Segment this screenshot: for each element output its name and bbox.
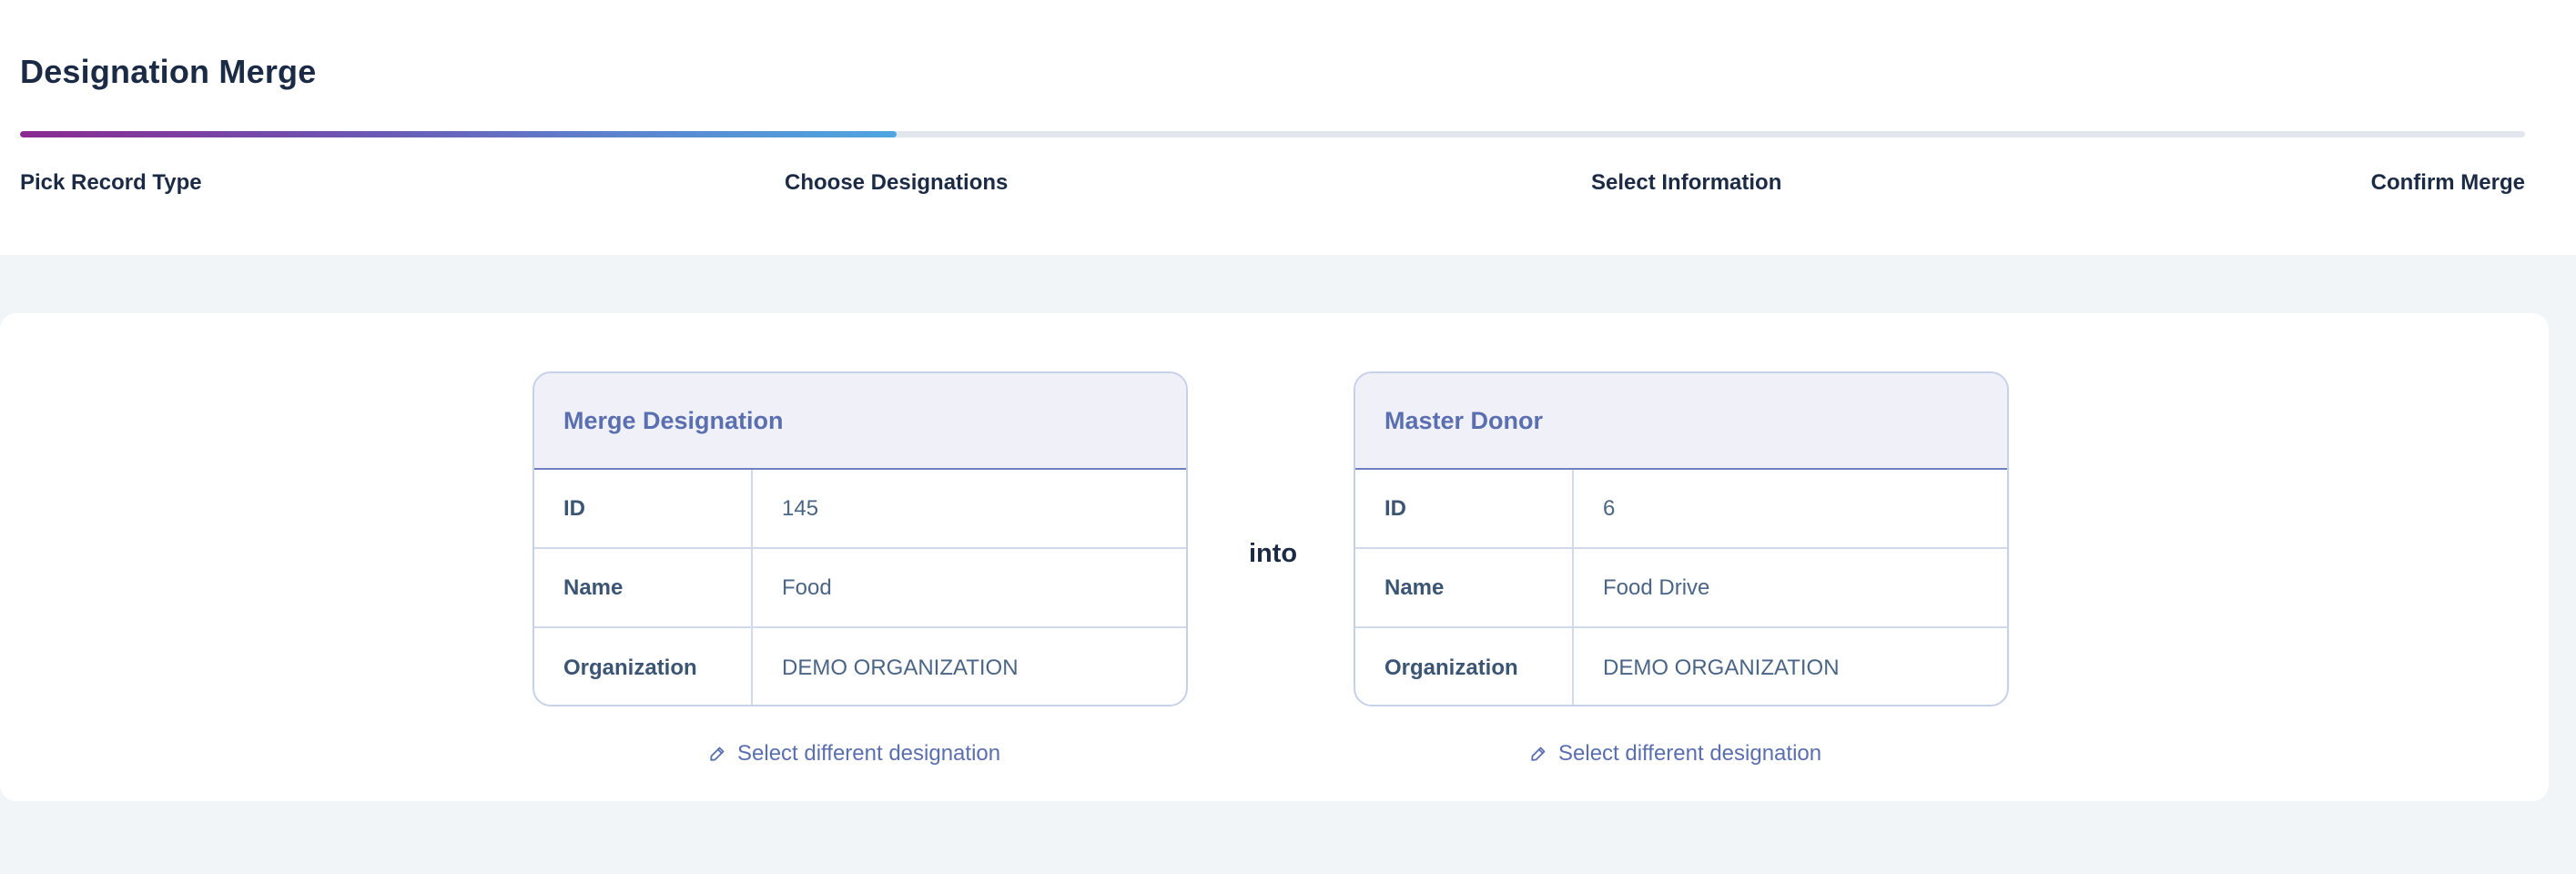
table-row: ID 145 — [534, 470, 1186, 549]
card-title: Merge Designation — [563, 406, 784, 434]
card-header: Merge Designation — [534, 373, 1186, 470]
page-title: Designation Merge — [20, 53, 317, 90]
into-connector: into — [1249, 539, 1298, 568]
row-label-name: Name — [534, 549, 753, 626]
row-label-id: ID — [1355, 470, 1574, 547]
master-donor-card: Master Donor ID 6 Name Food Drive Organi… — [1354, 371, 2009, 706]
link-label: Select different designation — [1558, 741, 1822, 766]
row-label-organization: Organization — [1355, 628, 1574, 705]
card-header: Master Donor — [1355, 373, 2007, 470]
wizard-header: Designation Merge Pick Record Type Choos… — [0, 0, 2576, 255]
row-value-organization: DEMO ORGANIZATION — [1603, 655, 1840, 680]
pencil-icon — [1529, 745, 1547, 763]
step-confirm-merge: Confirm Merge — [2370, 170, 2525, 195]
select-different-merge-designation-link[interactable]: Select different designation — [708, 741, 1000, 767]
row-value-name: Food Drive — [1603, 574, 1710, 600]
row-label-name: Name — [1355, 549, 1574, 626]
table-row: Organization DEMO ORGANIZATION — [534, 628, 1186, 705]
step-choose-designations: Choose Designations — [785, 170, 1009, 195]
row-value-id: 145 — [782, 495, 819, 521]
progress-bar — [20, 131, 2525, 137]
table-row: ID 6 — [1355, 470, 2007, 549]
pencil-icon — [708, 745, 726, 763]
step-pick-record-type: Pick Record Type — [20, 170, 202, 195]
table-row: Name Food — [534, 549, 1186, 628]
step-select-information: Select Information — [1591, 170, 1782, 195]
merge-panel: Merge Designation ID 145 Name Food Organ… — [0, 313, 2549, 801]
link-label: Select different designation — [737, 741, 1001, 766]
row-value-name: Food — [782, 574, 832, 600]
row-label-organization: Organization — [534, 628, 753, 705]
card-title: Master Donor — [1384, 406, 1544, 434]
merge-designation-card: Merge Designation ID 145 Name Food Organ… — [532, 371, 1188, 706]
row-value-id: 6 — [1603, 495, 1616, 521]
row-label-id: ID — [534, 470, 753, 547]
table-row: Name Food Drive — [1355, 549, 2007, 628]
progress-bar-fill — [20, 131, 898, 137]
table-row: Organization DEMO ORGANIZATION — [1355, 628, 2007, 705]
select-different-master-designation-link[interactable]: Select different designation — [1529, 741, 1821, 767]
row-value-organization: DEMO ORGANIZATION — [782, 655, 1019, 680]
